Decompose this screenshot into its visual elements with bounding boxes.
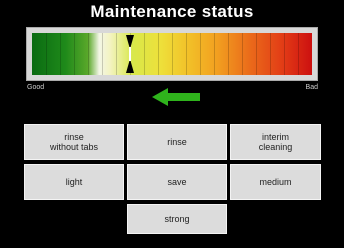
page-title: Maintenance status [90, 2, 254, 21]
gauge-segment-divider [144, 33, 145, 75]
gauge-segment-divider [256, 33, 257, 75]
maintenance-gauge [26, 27, 318, 81]
maintenance-status-screen: Maintenance status Good Bad rinse withou… [0, 0, 344, 248]
gauge-segment-divider [200, 33, 201, 75]
gauge-high-label: Bad [305, 84, 318, 91]
gauge-segment-divider [46, 33, 47, 75]
gauge-segment-divider [186, 33, 187, 75]
gauge-segment-divider [60, 33, 61, 75]
save-button[interactable]: save [127, 164, 227, 200]
gauge-low-label: Good [27, 84, 45, 91]
gauge-segment-divider [214, 33, 215, 75]
rinse-without-tabs-button[interactable]: rinse without tabs [24, 124, 124, 160]
gauge-level-marker [126, 35, 134, 73]
gauge-segment-divider [74, 33, 75, 75]
strong-button[interactable]: strong [127, 204, 227, 234]
gauge-segment-divider [172, 33, 173, 75]
gauge-segment-divider [158, 33, 159, 75]
gauge-segment-divider [298, 33, 299, 75]
gauge-segment-divider [228, 33, 229, 75]
gauge-segment-divider [270, 33, 271, 75]
rinse-button[interactable]: rinse [127, 124, 227, 160]
light-button[interactable]: light [24, 164, 124, 200]
interim-cleaning-button[interactable]: interim cleaning [230, 124, 321, 160]
gauge-segment-divider [242, 33, 243, 75]
gauge-segment-divider [116, 33, 117, 75]
medium-button[interactable]: medium [230, 164, 321, 200]
green-arrow-left-icon [152, 88, 200, 106]
gauge-segment-divider [284, 33, 285, 75]
gauge-segment-divider [88, 33, 89, 75]
gauge-color-bar [32, 33, 312, 75]
gauge-segment-divider [102, 33, 103, 75]
